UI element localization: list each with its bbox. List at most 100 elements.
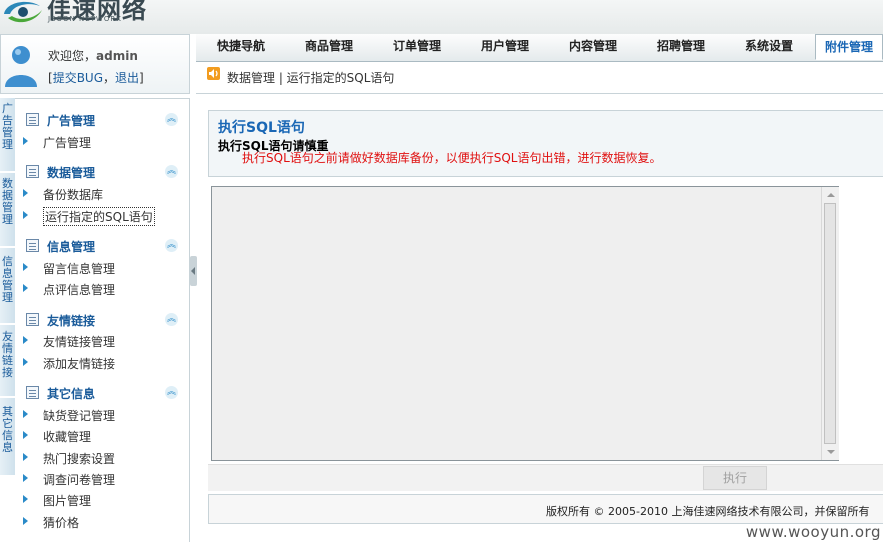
sidetab-data[interactable]: 数据管理 bbox=[0, 173, 15, 247]
sidebar-item-label: 广告管理 bbox=[43, 136, 92, 150]
breadcrumb: 数据管理 | 运行指定的SQL语句 bbox=[196, 62, 883, 94]
arrow-right-icon bbox=[23, 263, 28, 271]
arrow-right-icon bbox=[23, 517, 28, 525]
main-nav: 快捷导航 商品管理 订单管理 用户管理 内容管理 招聘管理 系统设置 附件管理 bbox=[196, 34, 883, 62]
watermark: www.wooyun.org bbox=[745, 523, 881, 541]
sql-input[interactable] bbox=[211, 186, 839, 461]
section-links[interactable]: 友情链接 ︽ bbox=[26, 311, 186, 329]
sidetab-other-label: 其它信息 bbox=[2, 405, 13, 454]
report-bug-link[interactable]: 提交BUG bbox=[53, 71, 103, 85]
tab-orders[interactable]: 订单管理 bbox=[373, 34, 461, 61]
user-avatar-icon bbox=[5, 46, 37, 87]
sidebar-menu: 广告管理 ︽ 广告管理 数据管理 ︽ 备份数据库 运行指定的SQL语句 信息管理… bbox=[15, 98, 190, 542]
sidebar-item-run-sql[interactable]: 运行指定的SQL语句 bbox=[23, 207, 163, 226]
sidetab-ads[interactable]: 广告管理 bbox=[0, 98, 15, 172]
logo-subtitle: JSOON NETWORK bbox=[48, 15, 122, 23]
section-title: 广告管理 bbox=[47, 114, 96, 128]
collapse-icon[interactable]: ︽ bbox=[165, 313, 178, 326]
section-info[interactable]: 信息管理 ︽ bbox=[26, 237, 186, 255]
arrow-right-icon bbox=[23, 358, 28, 366]
sidebar-item-label: 收藏管理 bbox=[43, 430, 92, 444]
collapse-icon[interactable]: ︽ bbox=[165, 165, 178, 178]
list-icon bbox=[26, 165, 39, 178]
sidebar-item-label: 留言信息管理 bbox=[43, 262, 116, 276]
sidebar-item-ads-manage[interactable]: 广告管理 bbox=[23, 133, 163, 151]
section-title: 数据管理 bbox=[47, 166, 96, 180]
user-links: [提交BUG，退出] bbox=[48, 69, 144, 86]
tab-content[interactable]: 内容管理 bbox=[549, 34, 637, 61]
button-bar: 执行 bbox=[208, 464, 883, 491]
arrow-right-icon bbox=[23, 336, 28, 344]
sidebar-item-label: 备份数据库 bbox=[43, 188, 104, 202]
sidebar-item-label: 点评信息管理 bbox=[43, 283, 116, 297]
sidetab-info[interactable]: 信息管理 bbox=[0, 248, 15, 324]
collapse-icon[interactable]: ︽ bbox=[165, 239, 178, 252]
sidebar-item-images[interactable]: 图片管理 bbox=[23, 491, 163, 509]
sidebar-item-label: 图片管理 bbox=[43, 494, 92, 508]
link-separator: ， bbox=[103, 71, 116, 85]
sidetab-ads-label: 广告管理 bbox=[2, 102, 13, 151]
sidebar-item-label: 缺货登记管理 bbox=[43, 409, 116, 423]
page-title: 执行SQL语句 bbox=[218, 120, 305, 136]
logo-swirl-icon bbox=[4, 1, 42, 23]
sidetab-info-label: 信息管理 bbox=[2, 255, 13, 304]
tab-goods[interactable]: 商品管理 bbox=[285, 34, 373, 61]
sidebar-item-favorites[interactable]: 收藏管理 bbox=[23, 427, 163, 445]
welcome-label: 欢迎您， bbox=[48, 49, 97, 63]
section-title: 友情链接 bbox=[47, 314, 96, 328]
sidebar-item-messages[interactable]: 留言信息管理 bbox=[23, 259, 163, 277]
list-icon bbox=[26, 386, 39, 399]
side-category-tabs: 广告管理 数据管理 信息管理 友情链接 其它信息 bbox=[0, 98, 15, 542]
tab-system[interactable]: 系统设置 bbox=[725, 34, 813, 61]
sidebar-item-reviews[interactable]: 点评信息管理 bbox=[23, 280, 163, 298]
sidebar-item-label: 猜价格 bbox=[43, 516, 80, 530]
arrow-right-icon bbox=[23, 431, 28, 439]
main-content: 执行SQL语句 执行SQL语句请慎重 执行SQL语句之前请做好数据库备份，以便执… bbox=[197, 98, 883, 542]
sidebar-item-label: 运行指定的SQL语句 bbox=[43, 207, 155, 226]
user-panel: 欢迎您，admin [提交BUG，退出] bbox=[0, 34, 190, 94]
scroll-thumb[interactable] bbox=[824, 203, 836, 444]
sidebar-item-add-link[interactable]: 添加友情链接 bbox=[23, 354, 163, 372]
warning-text: 执行SQL语句之前请做好数据库备份，以便执行SQL语句出错，进行数据恢复。 bbox=[242, 151, 662, 165]
section-title: 其它信息 bbox=[47, 387, 96, 401]
sql-scrollbar[interactable] bbox=[821, 187, 839, 460]
sidebar-item-label: 调查问卷管理 bbox=[43, 473, 116, 487]
arrow-right-icon bbox=[23, 137, 28, 145]
tab-users[interactable]: 用户管理 bbox=[461, 34, 549, 61]
bracket-close: ] bbox=[139, 71, 144, 85]
footer: 版权所有 © 2005-2010 上海佳速网络技术有限公司，并保留所有 bbox=[208, 494, 883, 524]
sidebar-item-stockout[interactable]: 缺货登记管理 bbox=[23, 406, 163, 424]
list-icon bbox=[26, 313, 39, 326]
top-header: 佳速网络 JSOON NETWORK bbox=[0, 0, 883, 34]
logout-link[interactable]: 退出 bbox=[115, 71, 139, 85]
logo: 佳速网络 JSOON NETWORK bbox=[0, 0, 160, 32]
sidebar-item-label: 添加友情链接 bbox=[43, 357, 116, 371]
sidebar-item-guess-price[interactable]: 猜价格 bbox=[23, 513, 163, 531]
tab-quick-nav[interactable]: 快捷导航 bbox=[196, 34, 286, 61]
arrow-right-icon bbox=[23, 495, 28, 503]
sidetab-links-label: 友情链接 bbox=[2, 330, 13, 379]
sidebar-item-links-manage[interactable]: 友情链接管理 bbox=[23, 332, 163, 350]
scroll-down-icon[interactable] bbox=[822, 444, 839, 460]
list-icon bbox=[26, 113, 39, 126]
execute-button[interactable]: 执行 bbox=[703, 466, 767, 490]
sidetab-links[interactable]: 友情链接 bbox=[0, 325, 15, 397]
scroll-up-icon[interactable] bbox=[822, 187, 839, 203]
sidetab-other[interactable]: 其它信息 bbox=[0, 398, 15, 476]
arrow-right-icon bbox=[23, 474, 28, 482]
info-panel: 执行SQL语句 执行SQL语句请慎重 执行SQL语句之前请做好数据库备份，以便执… bbox=[208, 110, 883, 177]
tab-recruit[interactable]: 招聘管理 bbox=[637, 34, 725, 61]
collapse-icon[interactable]: ︽ bbox=[165, 386, 178, 399]
sidebar-item-hot-search[interactable]: 热门搜索设置 bbox=[23, 449, 163, 467]
sidebar-item-label: 友情链接管理 bbox=[43, 335, 116, 349]
sidebar-item-survey[interactable]: 调查问卷管理 bbox=[23, 470, 163, 488]
section-ads[interactable]: 广告管理 ︽ bbox=[26, 111, 186, 129]
section-data[interactable]: 数据管理 ︽ bbox=[26, 163, 186, 181]
section-title: 信息管理 bbox=[47, 240, 96, 254]
welcome-text: 欢迎您，admin bbox=[48, 47, 138, 64]
sidebar-splitter-handle[interactable] bbox=[190, 256, 197, 286]
collapse-icon[interactable]: ︽ bbox=[165, 113, 178, 126]
tab-attachments[interactable]: 附件管理 bbox=[815, 34, 883, 60]
section-other[interactable]: 其它信息 ︽ bbox=[26, 384, 186, 402]
sidebar-item-backup-db[interactable]: 备份数据库 bbox=[23, 185, 163, 203]
